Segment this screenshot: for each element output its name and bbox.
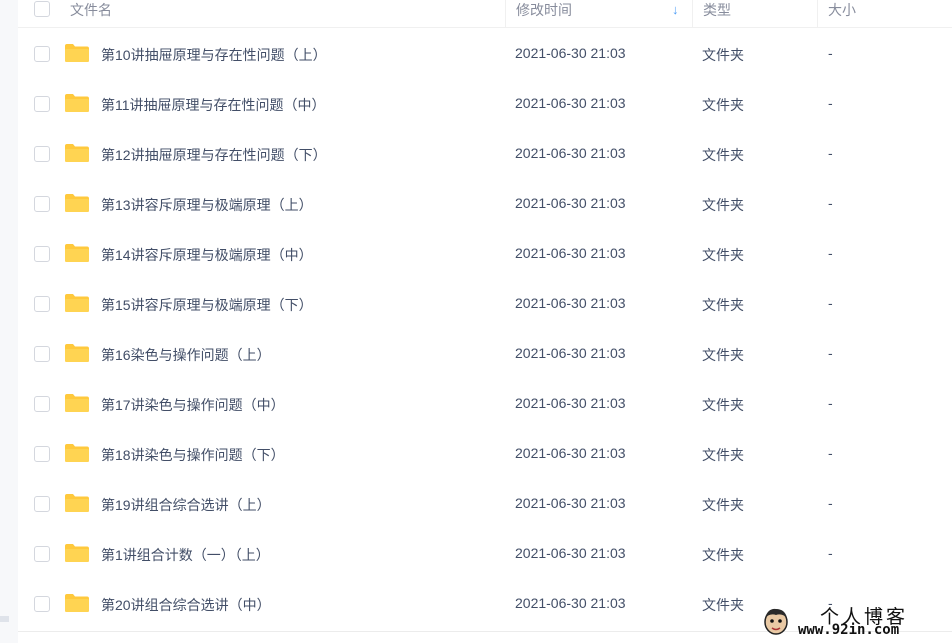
file-type: 文件夹	[702, 347, 744, 363]
row-checkbox[interactable]	[34, 396, 50, 412]
column-header-size[interactable]: 大小	[828, 0, 856, 20]
folder-icon	[65, 94, 89, 112]
modified-time: 2021-06-30 21:03	[515, 95, 626, 111]
file-row[interactable]: 第14讲容斥原理与极端原理（中） 2021-06-30 21:03 文件夹 -	[18, 229, 952, 279]
column-header-type[interactable]: 类型	[703, 0, 731, 20]
folder-name[interactable]: 第18讲染色与操作问题（下）	[101, 445, 285, 465]
left-sidebar-edge	[0, 0, 18, 643]
folder-name[interactable]: 第16染色与操作问题（上）	[101, 345, 271, 365]
row-checkbox[interactable]	[34, 146, 50, 162]
file-type: 文件夹	[702, 447, 744, 463]
modified-time: 2021-06-30 21:03	[515, 545, 626, 561]
file-size: -	[828, 145, 833, 161]
folder-name[interactable]: 第12讲抽屉原理与存在性问题（下）	[101, 145, 327, 165]
folder-icon	[65, 344, 89, 362]
row-checkbox[interactable]	[34, 596, 50, 612]
file-type: 文件夹	[702, 247, 744, 263]
folder-icon	[65, 394, 89, 412]
folder-icon	[65, 44, 89, 62]
file-list-header: 文件名 修改时间 ↓ 类型 大小	[18, 0, 952, 28]
file-type: 文件夹	[702, 97, 744, 113]
modified-time: 2021-06-30 21:03	[515, 495, 626, 511]
folder-name[interactable]: 第20讲组合综合选讲（中）	[101, 595, 271, 615]
file-size: -	[828, 445, 833, 461]
row-checkbox[interactable]	[34, 246, 50, 262]
file-row[interactable]: 第12讲抽屉原理与存在性问题（下） 2021-06-30 21:03 文件夹 -	[18, 129, 952, 179]
file-row[interactable]: 第17讲染色与操作问题（中） 2021-06-30 21:03 文件夹 -	[18, 379, 952, 429]
row-checkbox[interactable]	[34, 196, 50, 212]
avatar-icon	[764, 608, 788, 635]
folder-name[interactable]: 第11讲抽屉原理与存在性问题（中）	[101, 95, 326, 115]
select-all-checkbox[interactable]	[34, 1, 50, 17]
folder-name[interactable]: 第13讲容斥原理与极端原理（上）	[101, 195, 313, 215]
folder-icon	[65, 494, 89, 512]
folder-icon	[65, 144, 89, 162]
file-row[interactable]: 第18讲染色与操作问题（下） 2021-06-30 21:03 文件夹 -	[18, 429, 952, 479]
sidebar-edge-mark	[0, 616, 9, 622]
folder-icon	[65, 594, 89, 612]
column-header-name[interactable]: 文件名	[70, 0, 112, 20]
folder-icon	[65, 294, 89, 312]
file-size: -	[828, 395, 833, 411]
file-size: -	[828, 545, 833, 561]
modified-time: 2021-06-30 21:03	[515, 395, 626, 411]
file-size: -	[828, 295, 833, 311]
folder-icon	[65, 194, 89, 212]
file-size: -	[828, 45, 833, 61]
file-type: 文件夹	[702, 197, 744, 213]
folder-name[interactable]: 第15讲容斥原理与极端原理（下）	[101, 295, 313, 315]
file-type: 文件夹	[702, 497, 744, 513]
file-list: 第10讲抽屉原理与存在性问题（上） 2021-06-30 21:03 文件夹 - 第11…	[18, 29, 952, 629]
row-checkbox[interactable]	[34, 296, 50, 312]
folder-icon	[65, 444, 89, 462]
file-type: 文件夹	[702, 47, 744, 63]
modified-time: 2021-06-30 21:03	[515, 195, 626, 211]
modified-time: 2021-06-30 21:03	[515, 595, 626, 611]
file-row[interactable]: 第10讲抽屉原理与存在性问题（上） 2021-06-30 21:03 文件夹 -	[18, 29, 952, 79]
folder-name[interactable]: 第17讲染色与操作问题（中）	[101, 395, 285, 415]
folder-name[interactable]: 第10讲抽屉原理与存在性问题（上）	[101, 45, 327, 65]
file-type: 文件夹	[702, 597, 744, 613]
column-divider[interactable]	[692, 0, 693, 27]
file-size: -	[828, 195, 833, 211]
row-checkbox[interactable]	[34, 496, 50, 512]
row-checkbox[interactable]	[34, 546, 50, 562]
file-row[interactable]: 第13讲容斥原理与极端原理（上） 2021-06-30 21:03 文件夹 -	[18, 179, 952, 229]
file-row[interactable]: 第1讲组合计数（一）（上） 2021-06-30 21:03 文件夹 -	[18, 529, 952, 579]
column-header-mtime[interactable]: 修改时间	[516, 0, 572, 20]
file-type: 文件夹	[702, 147, 744, 163]
file-row[interactable]: 第11讲抽屉原理与存在性问题（中） 2021-06-30 21:03 文件夹 -	[18, 79, 952, 129]
row-checkbox[interactable]	[34, 46, 50, 62]
file-size: -	[828, 245, 833, 261]
modified-time: 2021-06-30 21:03	[515, 145, 626, 161]
folder-name[interactable]: 第1讲组合计数（一）（上）	[101, 545, 270, 565]
modified-time: 2021-06-30 21:03	[515, 245, 626, 261]
file-size: -	[828, 95, 833, 111]
file-type: 文件夹	[702, 547, 744, 563]
file-size: -	[828, 495, 833, 511]
column-divider[interactable]	[817, 0, 818, 27]
row-checkbox[interactable]	[34, 446, 50, 462]
column-divider[interactable]	[505, 0, 506, 27]
modified-time: 2021-06-30 21:03	[515, 345, 626, 361]
watermark: 个人博客 www.92in.com	[762, 602, 952, 643]
file-row[interactable]: 第16染色与操作问题（上） 2021-06-30 21:03 文件夹 -	[18, 329, 952, 379]
row-checkbox[interactable]	[34, 346, 50, 362]
folder-name[interactable]: 第19讲组合综合选讲（上）	[101, 495, 271, 515]
folder-icon	[65, 544, 89, 562]
file-type: 文件夹	[702, 397, 744, 413]
watermark-url: www.92in.com	[798, 622, 900, 638]
modified-time: 2021-06-30 21:03	[515, 445, 626, 461]
file-row[interactable]: 第19讲组合综合选讲（上） 2021-06-30 21:03 文件夹 -	[18, 479, 952, 529]
modified-time: 2021-06-30 21:03	[515, 295, 626, 311]
sort-descending-icon[interactable]: ↓	[672, 2, 679, 17]
row-checkbox[interactable]	[34, 96, 50, 112]
file-type: 文件夹	[702, 297, 744, 313]
modified-time: 2021-06-30 21:03	[515, 45, 626, 61]
file-size: -	[828, 345, 833, 361]
folder-name[interactable]: 第14讲容斥原理与极端原理（中）	[101, 245, 313, 265]
folder-icon	[65, 244, 89, 262]
file-row[interactable]: 第15讲容斥原理与极端原理（下） 2021-06-30 21:03 文件夹 -	[18, 279, 952, 329]
